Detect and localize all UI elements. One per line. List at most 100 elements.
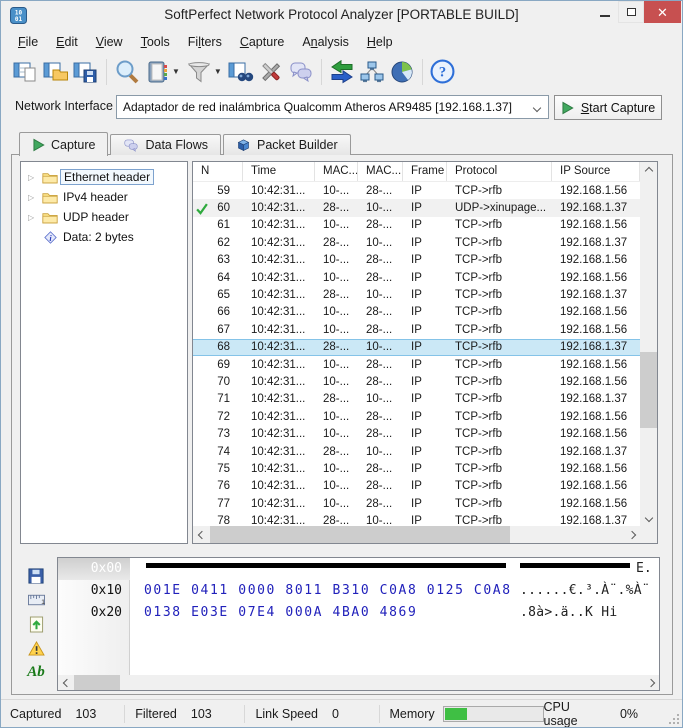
scroll-up-button[interactable] (640, 162, 657, 179)
table-row[interactable]: 73 10:42:31... 10-... 28-... IP TCP->rfb 192.1… (193, 425, 640, 442)
hex-scroll-thumb[interactable] (74, 675, 120, 690)
address-book-button[interactable] (142, 58, 172, 86)
hex-ascii: .8à>.ä..K Hi (520, 605, 618, 620)
column-header[interactable]: MAC... (315, 162, 358, 181)
cell-n: 62 (217, 236, 230, 249)
scroll-left-button[interactable] (193, 526, 210, 543)
tree-label[interactable]: Data: 2 bytes (60, 230, 137, 244)
open-capture-button[interactable] (41, 58, 71, 86)
find-packets-button[interactable] (226, 58, 256, 86)
table-row[interactable]: 63 10:42:31... 10-... 28-... IP TCP->rfb 192.1… (193, 252, 640, 269)
traffic-arrows-button[interactable] (327, 58, 357, 86)
cell-protocol: TCP->rfb (455, 445, 502, 458)
ruler-button[interactable]: 1 (27, 591, 45, 609)
table-row[interactable]: 65 10:42:31... 28-... 10-... IP TCP->rfb 192.1… (193, 286, 640, 303)
address-book-dropdown-icon[interactable]: ▼ (172, 67, 180, 76)
tree-label[interactable]: Ethernet header (60, 169, 155, 185)
menu-item-file[interactable]: File (9, 33, 47, 51)
network-nodes-button[interactable] (357, 58, 387, 86)
cell-protocol: TCP->rfb (455, 236, 502, 249)
table-row[interactable]: 62 10:42:31... 28-... 10-... IP TCP->rfb 192.1… (193, 234, 640, 251)
pie-chart-button[interactable] (387, 58, 417, 86)
column-header[interactable]: N (193, 162, 243, 181)
tree-item-udp-header[interactable]: ▷ UDP header (21, 207, 187, 227)
tree-item-ethernet-header[interactable]: ▷ Ethernet header (21, 167, 187, 187)
horizontal-scrollbar[interactable] (193, 526, 640, 543)
table-row[interactable]: 75 10:42:31... 10-... 28-... IP TCP->rfb 192.1… (193, 460, 640, 477)
cell-n: 59 (217, 184, 230, 197)
maximize-button[interactable] (618, 1, 644, 23)
column-header[interactable]: MAC... (358, 162, 403, 181)
scroll-left-button[interactable] (58, 675, 75, 690)
tree-item-data[interactable]: i Data: 2 bytes (21, 227, 187, 247)
search-button[interactable] (112, 58, 142, 86)
scroll-right-button[interactable] (623, 526, 640, 543)
warning-button[interactable] (27, 639, 45, 657)
horizontal-scroll-thumb[interactable] (210, 526, 510, 543)
expander-icon[interactable]: ▷ (28, 213, 40, 222)
menu-item-edit[interactable]: Edit (47, 33, 87, 51)
settings-button[interactable] (256, 58, 286, 86)
table-row[interactable]: 70 10:42:31... 10-... 28-... IP TCP->rfb 192.1… (193, 373, 640, 390)
menu-item-capture[interactable]: Capture (231, 33, 293, 51)
column-header[interactable]: Frame (403, 162, 447, 181)
table-row[interactable]: 69 10:42:31... 10-... 28-... IP TCP->rfb 192.1… (193, 356, 640, 373)
table-row[interactable]: 60 10:42:31... 28-... 10-... IP UDP->xinupage… (193, 199, 640, 217)
tree-label[interactable]: UDP header (60, 210, 132, 224)
save-capture-button[interactable] (71, 58, 101, 86)
table-row[interactable]: 64 10:42:31... 10-... 28-... IP TCP->rfb 192.1… (193, 269, 640, 286)
cell-frame: IP (411, 184, 422, 197)
resize-grip[interactable] (667, 712, 679, 724)
tab-data-flows[interactable]: Data Flows (110, 134, 222, 155)
scroll-down-button[interactable] (640, 509, 657, 526)
cell-mac-src: 28-... (366, 428, 393, 441)
font-button[interactable]: Ab (27, 663, 45, 681)
table-row[interactable]: 76 10:42:31... 10-... 28-... IP TCP->rfb 192.1… (193, 478, 640, 495)
menu-item-view[interactable]: View (87, 33, 132, 51)
table-row[interactable]: 67 10:42:31... 10-... 28-... IP TCP->rfb 192.1… (193, 321, 640, 338)
column-header[interactable]: Time (243, 162, 315, 181)
tree-label[interactable]: IPv4 header (60, 190, 131, 204)
expander-icon[interactable]: ▷ (28, 173, 40, 182)
export-up-icon (29, 616, 43, 632)
filter-dropdown-icon[interactable]: ▼ (214, 67, 222, 76)
table-row[interactable]: 71 10:42:31... 28-... 10-... IP TCP->rfb 192.1… (193, 391, 640, 408)
menu-item-help[interactable]: Help (358, 33, 402, 51)
hex-horizontal-scrollbar[interactable] (58, 675, 659, 690)
filter-button[interactable] (184, 58, 214, 86)
hex-editor[interactable]: 0x00 E. 0x10 001E 0411 0000 8011 B310 C0… (57, 557, 660, 691)
minimize-button[interactable] (591, 1, 618, 23)
start-capture-button[interactable]: Start Capture (554, 95, 662, 120)
scroll-right-button[interactable] (642, 675, 659, 690)
table-row[interactable]: 72 10:42:31... 10-... 28-... IP TCP->rfb 192.1… (193, 408, 640, 425)
menu-item-filters[interactable]: Filters (179, 33, 231, 51)
export-button[interactable] (27, 615, 45, 633)
table-row[interactable]: 78 10:42:31... 28-... 10-... IP TCP->rfb 192.1… (193, 512, 640, 526)
maximize-icon (626, 8, 636, 16)
status-link-speed: Link Speed 0 (245, 704, 380, 723)
table-row[interactable]: 66 10:42:31... 10-... 28-... IP TCP->rfb 192.1… (193, 304, 640, 321)
table-row[interactable]: 61 10:42:31... 10-... 28-... IP TCP->rfb 192.1… (193, 217, 640, 234)
tab-capture[interactable]: Capture (19, 132, 109, 156)
tree-item-ipv4-header[interactable]: ▷ IPv4 header (21, 187, 187, 207)
table-row[interactable]: 74 10:42:31... 28-... 10-... IP TCP->rfb 192.1… (193, 443, 640, 460)
column-header[interactable]: IP Source (552, 162, 640, 181)
save-dump-button[interactable] (27, 567, 45, 585)
network-interface-select[interactable]: Adaptador de red inalámbrica Qualcomm At… (116, 95, 549, 119)
menu-item-tools[interactable]: Tools (132, 33, 179, 51)
vertical-scroll-thumb[interactable] (640, 352, 657, 428)
help-button[interactable]: ? (428, 58, 458, 86)
tab-packet-builder[interactable]: Packet Builder (223, 134, 351, 155)
data-flows-button[interactable] (286, 58, 316, 86)
table-row[interactable]: 68 10:42:31... 28-... 10-... IP TCP->rfb 192.1… (193, 338, 640, 356)
column-header[interactable]: Protocol (447, 162, 552, 181)
cell-ip-source: 192.168.1.37 (560, 341, 628, 354)
new-capture-button[interactable] (11, 58, 41, 86)
vertical-scrollbar[interactable] (640, 162, 657, 526)
table-row[interactable]: 77 10:42:31... 10-... 28-... IP TCP->rfb 192.1… (193, 495, 640, 512)
close-button[interactable]: ✕ (644, 1, 681, 23)
hex-address: 0x10 (90, 583, 122, 598)
expander-icon[interactable]: ▷ (28, 193, 40, 202)
menu-item-analysis[interactable]: Analysis (293, 33, 358, 51)
table-row[interactable]: 59 10:42:31... 10-... 28-... IP TCP->rfb 192.1… (193, 182, 640, 199)
